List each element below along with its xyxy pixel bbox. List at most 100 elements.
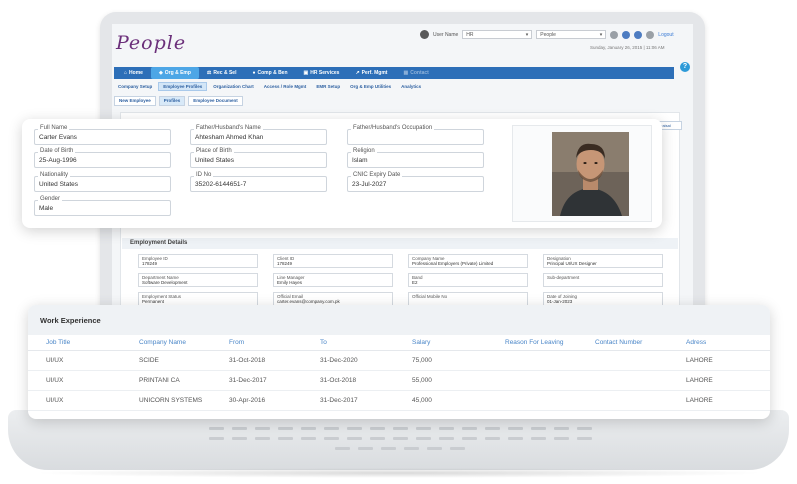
keyboard-key — [553, 437, 569, 440]
field-line-manager[interactable]: Line Manager Emily Hayes — [273, 273, 393, 287]
keyboard-key — [484, 437, 500, 440]
keyboard-key — [381, 447, 396, 450]
full-name-field[interactable]: Full Name Carter Evans — [34, 125, 171, 145]
photo-panel — [512, 125, 652, 222]
briefcase-icon: ▣ — [303, 70, 309, 76]
tab-company-setup[interactable]: Company Setup — [114, 83, 156, 90]
col-contact[interactable]: Contact Number — [595, 335, 642, 351]
field-employee-id[interactable]: Employee ID 178249 — [138, 254, 258, 268]
col-reason[interactable]: Reason For Leaving — [505, 335, 564, 351]
field-band[interactable]: Band E2 — [408, 273, 528, 287]
notification-icon[interactable] — [622, 30, 631, 39]
language-select[interactable]: HR ▾ — [462, 30, 533, 39]
dob-field[interactable]: Date of Birth 25-Aug-1996 — [34, 148, 171, 168]
employment-details-title: Employment Details — [122, 238, 678, 249]
keyboard-key — [438, 427, 454, 430]
settings-icon[interactable] — [634, 30, 643, 39]
logout-link[interactable]: Logout — [658, 32, 673, 38]
field-department[interactable]: Department Name Software Development — [138, 273, 258, 287]
keyboard-key — [208, 437, 224, 440]
date-time: Sunday, January 26, 2015 | 11:06 AM — [590, 45, 665, 50]
laptop-shadow — [30, 468, 767, 478]
top-bar: User Name HR ▾ People ▾ Logout — [420, 30, 674, 39]
father-name-field[interactable]: Father/Husband's Name Ahtesham Ahmed Khan — [190, 125, 327, 145]
table-row[interactable]: UI/UX PRINTANI CA 31-Dec-2017 31-Oct-201… — [28, 371, 770, 391]
tab-organization-chart[interactable]: Organization Chart — [209, 83, 258, 90]
tab-new-employee[interactable]: New Employee — [114, 96, 156, 106]
module-select[interactable]: People ▾ — [536, 30, 607, 39]
laptop-keyboard — [200, 425, 600, 453]
field-date-of-joining[interactable]: Date of Joining 01-Jan-2023 — [543, 292, 663, 306]
nav-contact[interactable]: ▦ Contact — [395, 67, 436, 79]
tab-employee-profiles[interactable]: Employee Profiles — [158, 81, 208, 91]
sub-nav: Company Setup Employee Profiles Organiza… — [114, 81, 674, 91]
user-name[interactable]: User Name — [433, 32, 458, 38]
keyboard-key — [335, 447, 350, 450]
keyboard-key — [346, 427, 362, 430]
keyboard-key — [576, 427, 592, 430]
tab-analytics[interactable]: Analytics — [397, 83, 425, 90]
col-job-title[interactable]: Job Title — [46, 335, 70, 351]
tab-profiles[interactable]: Profiles — [158, 96, 186, 106]
nav-rec-sel[interactable]: ⚖ Rec & Sel — [199, 67, 245, 79]
keyboard-key — [358, 447, 373, 450]
field-company-name[interactable]: Company Name Professional Employers (Priv… — [408, 254, 528, 268]
org-icon: ◈ — [158, 70, 163, 76]
col-salary[interactable]: Salary — [412, 335, 430, 351]
keyboard-key — [208, 427, 224, 430]
keyboard-key — [323, 427, 339, 430]
profile-photo[interactable] — [552, 132, 629, 216]
keyboard-key — [300, 427, 316, 430]
chart-icon: ↗ — [355, 70, 360, 76]
table-row[interactable]: UI/UX SCIDE 31-Oct-2018 31-Dec-2020 75,0… — [28, 351, 770, 371]
tab-utilities[interactable]: Org & Emp Utilities — [346, 83, 395, 90]
cnic-expiry-field[interactable]: CNIC Expiry Date 23-Jul-2027 — [347, 172, 484, 192]
col-address[interactable]: Adress — [686, 335, 706, 351]
field-employment-status[interactable]: Employment Status Permanent — [138, 292, 258, 306]
id-no-field[interactable]: ID No 35202-6144651-7 — [190, 172, 327, 192]
keyboard-key — [461, 427, 477, 430]
nav-comp-ben[interactable]: ● Comp & Ben — [244, 67, 295, 79]
keyboard-key — [392, 437, 408, 440]
field-official-mobile[interactable]: Official Mobile No — [408, 292, 528, 306]
table-row[interactable]: UI/UX UNICORN SYSTEMS 30-Apr-2016 31-Dec… — [28, 391, 770, 411]
keyboard-key — [576, 437, 592, 440]
tab-employee-document[interactable]: Employee Document — [188, 96, 243, 106]
profile-tabs: New Employee Profiles Employee Document — [114, 96, 243, 106]
nav-hr-services[interactable]: ▣ HR Services — [296, 67, 348, 79]
gender-field[interactable]: Gender Male — [34, 196, 171, 216]
col-company-name[interactable]: Company Name — [139, 335, 186, 351]
nav-home[interactable]: ⌂ Home — [116, 67, 151, 79]
home-icon: ⌂ — [124, 70, 128, 76]
field-client-id[interactable]: Client ID 178249 — [273, 254, 393, 268]
personal-info-card: Full Name Carter Evans Father/Husband's N… — [22, 119, 662, 228]
calendar-icon[interactable] — [610, 30, 619, 39]
user-avatar-icon[interactable] — [420, 30, 429, 39]
religion-field[interactable]: Religion Islam — [347, 148, 484, 168]
col-from[interactable]: From — [229, 335, 244, 351]
nationality-field[interactable]: Nationality United States — [34, 172, 171, 192]
col-to[interactable]: To — [320, 335, 327, 351]
nav-perf-mgmt[interactable]: ↗ Perf. Mgmt — [347, 67, 395, 79]
keyboard-key — [254, 437, 270, 440]
help-icon[interactable]: ? — [680, 62, 690, 72]
scale-icon: ⚖ — [206, 70, 212, 76]
keyboard-key — [369, 437, 385, 440]
app-logo[interactable]: People — [116, 32, 186, 54]
grid-icon: ▦ — [403, 70, 409, 76]
keyboard-key — [346, 437, 362, 440]
tab-emr-setup[interactable]: EMR Setup — [312, 83, 344, 90]
keyboard-key — [277, 437, 293, 440]
field-designation[interactable]: Designation Principal UI/UX Designer — [543, 254, 663, 268]
keyboard-key — [404, 447, 419, 450]
clock-icon[interactable] — [646, 30, 655, 39]
keyboard-key — [553, 427, 569, 430]
tab-access-role[interactable]: Access / Role Mgmt — [260, 83, 311, 90]
father-occupation-field[interactable]: Father/Husband's Occupation — [347, 125, 484, 145]
nav-org-emp[interactable]: ◈ Org & Emp — [150, 67, 199, 79]
pob-field[interactable]: Place of Birth United States — [190, 148, 327, 168]
chevron-down-icon: ▾ — [525, 31, 529, 38]
keyboard-key — [300, 437, 316, 440]
field-official-email[interactable]: Official Email carter.evans@company.com.p… — [273, 292, 393, 306]
field-sub-department[interactable]: Sub-department — [543, 273, 663, 287]
